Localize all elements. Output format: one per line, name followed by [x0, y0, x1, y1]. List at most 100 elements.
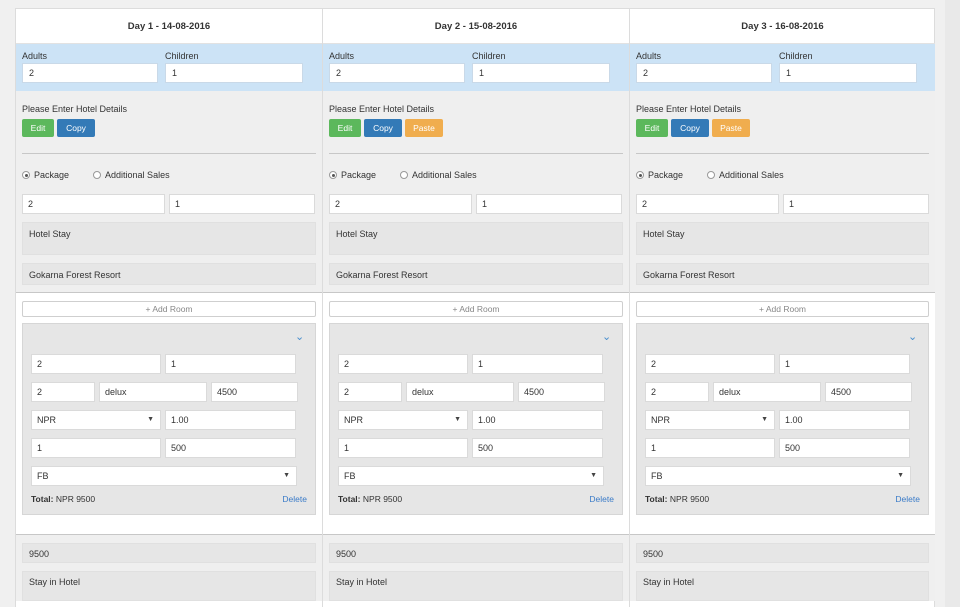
children-input[interactable]: 1: [779, 63, 917, 83]
amount-field: 9500: [329, 543, 623, 563]
count-a-input[interactable]: 2: [329, 194, 472, 214]
children-input[interactable]: 1: [165, 63, 303, 83]
radio-checked-icon: [329, 171, 337, 179]
edit-button[interactable]: Edit: [636, 119, 668, 137]
total-value: NPR 9500: [55, 494, 96, 504]
currency-select[interactable]: NPR: [645, 410, 775, 430]
radio-additional-label: Additional Sales: [719, 170, 784, 180]
room-nights-input[interactable]: 1: [165, 354, 296, 374]
adults-input[interactable]: 2: [329, 63, 465, 83]
hotel-prompt: Please Enter Hotel Details: [329, 104, 435, 114]
room-qty-input[interactable]: 2: [31, 382, 95, 402]
day-title: Day 1 - 14-08-2016: [16, 9, 322, 44]
meal-plan-select[interactable]: FB: [338, 466, 604, 486]
room-price-input[interactable]: 4500: [518, 382, 605, 402]
chevron-down-icon[interactable]: ⌄: [602, 332, 612, 343]
amount-field: 9500: [22, 543, 316, 563]
rooms-panel: + Add Room ⌄ 2 1 2 delux 4500 NPR 1.00: [16, 292, 322, 535]
pax-section: Adults 2 Children 1: [323, 44, 629, 91]
paste-button[interactable]: Paste: [712, 119, 750, 137]
extra-bed-input[interactable]: 1: [31, 438, 161, 458]
edit-button[interactable]: Edit: [22, 119, 54, 137]
room-total: Total: NPR 9500: [645, 494, 709, 504]
radio-unchecked-icon: [400, 171, 409, 179]
children-group: Children 1: [165, 51, 303, 91]
children-label: Children: [779, 51, 813, 61]
adults-input[interactable]: 2: [22, 63, 158, 83]
exchange-rate-input[interactable]: 1.00: [779, 410, 910, 430]
radio-package[interactable]: Package: [22, 170, 69, 180]
day-title: Day 2 - 15-08-2016: [323, 9, 629, 44]
copy-button[interactable]: Copy: [671, 119, 709, 137]
exchange-rate-input[interactable]: 1.00: [165, 410, 296, 430]
room-row-5: FB: [338, 466, 614, 486]
extra-bed-price-input[interactable]: 500: [779, 438, 910, 458]
chevron-down-icon[interactable]: ⌄: [908, 332, 918, 343]
room-row-1: 2 1: [338, 354, 614, 374]
amount-field: 9500: [636, 543, 929, 563]
extra-bed-price-input[interactable]: 500: [472, 438, 603, 458]
room-type-input[interactable]: delux: [99, 382, 207, 402]
children-group: Children 1: [472, 51, 610, 91]
radio-additional-label: Additional Sales: [412, 170, 477, 180]
add-room-button[interactable]: + Add Room: [22, 301, 316, 317]
count-b-input[interactable]: 1: [783, 194, 929, 214]
room-count-input[interactable]: 2: [645, 354, 775, 374]
count-row: 2 1: [22, 194, 316, 214]
extra-bed-input[interactable]: 1: [645, 438, 775, 458]
delete-room-link[interactable]: Delete: [282, 494, 307, 504]
exchange-rate-input[interactable]: 1.00: [472, 410, 603, 430]
delete-room-link[interactable]: Delete: [895, 494, 920, 504]
summary-section: 9500 Stay in Hotel: [329, 535, 623, 601]
room-price-input[interactable]: 4500: [825, 382, 912, 402]
room-qty-input[interactable]: 2: [338, 382, 402, 402]
adults-label: Adults: [636, 51, 662, 61]
room-type-input[interactable]: delux: [713, 382, 821, 402]
radio-additional-sales[interactable]: Additional Sales: [707, 170, 784, 180]
add-room-button[interactable]: + Add Room: [636, 301, 929, 317]
room-count-input[interactable]: 2: [338, 354, 468, 374]
delete-room-link[interactable]: Delete: [589, 494, 614, 504]
hotel-section: Please Enter Hotel Details Edit Copy Pack…: [16, 91, 322, 601]
room-qty-input[interactable]: 2: [645, 382, 709, 402]
edit-button[interactable]: Edit: [329, 119, 361, 137]
room-total: Total: NPR 9500: [31, 494, 95, 504]
radio-package[interactable]: Package: [329, 170, 376, 180]
extra-bed-price-input[interactable]: 500: [165, 438, 296, 458]
action-buttons: Edit Copy: [22, 119, 316, 137]
copy-button[interactable]: Copy: [364, 119, 402, 137]
count-row: 2 1: [636, 194, 929, 214]
room-nights-input[interactable]: 1: [472, 354, 603, 374]
currency-select[interactable]: NPR: [31, 410, 161, 430]
extra-bed-input[interactable]: 1: [338, 438, 468, 458]
room-nights-input[interactable]: 1: [779, 354, 910, 374]
paste-button[interactable]: Paste: [405, 119, 443, 137]
chevron-down-icon[interactable]: ⌄: [295, 332, 305, 343]
hotel-prompt: Please Enter Hotel Details: [636, 104, 742, 114]
count-b-input[interactable]: 1: [476, 194, 622, 214]
count-b-input[interactable]: 1: [169, 194, 315, 214]
pax-section: Adults 2 Children 1: [630, 44, 935, 91]
radio-additional-sales[interactable]: Additional Sales: [400, 170, 477, 180]
add-room-button[interactable]: + Add Room: [329, 301, 623, 317]
copy-button[interactable]: Copy: [57, 119, 95, 137]
room-type-input[interactable]: delux: [406, 382, 514, 402]
radio-package[interactable]: Package: [636, 170, 683, 180]
action-buttons: Edit Copy Paste: [636, 119, 929, 137]
sale-type-radios: Package Additional Sales: [636, 154, 929, 194]
adults-label: Adults: [329, 51, 355, 61]
radio-additional-sales[interactable]: Additional Sales: [93, 170, 170, 180]
room-row-1: 2 1: [31, 354, 307, 374]
adults-input[interactable]: 2: [636, 63, 772, 83]
count-a-input[interactable]: 2: [636, 194, 779, 214]
service-field: Hotel Stay: [636, 222, 929, 255]
currency-select[interactable]: NPR: [338, 410, 468, 430]
room-count-input[interactable]: 2: [31, 354, 161, 374]
meal-plan-select[interactable]: FB: [31, 466, 297, 486]
count-a-input[interactable]: 2: [22, 194, 165, 214]
room-price-input[interactable]: 4500: [211, 382, 298, 402]
meal-plan-select[interactable]: FB: [645, 466, 911, 486]
room-row-3: NPR 1.00: [338, 410, 614, 430]
room-row-4: 1 500: [645, 438, 920, 458]
children-input[interactable]: 1: [472, 63, 610, 83]
